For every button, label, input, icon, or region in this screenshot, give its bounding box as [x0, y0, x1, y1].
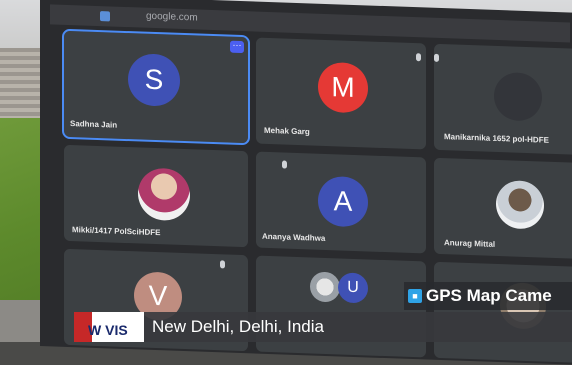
mic-off-icon — [416, 53, 421, 62]
gps-camera-icon: ■ — [408, 289, 422, 303]
participant-name: Sadhna Jain — [70, 119, 118, 130]
avatar — [494, 71, 542, 122]
avatar: M — [318, 61, 368, 114]
mic-off-icon — [220, 260, 225, 269]
participant-tile[interactable]: Manikarnika 1652 pol-HDFE — [434, 43, 572, 155]
participant-name: Anurag Mittal — [444, 238, 496, 249]
participant-tile[interactable]: ··· S Sadhna Jain — [62, 28, 250, 146]
participant-tile[interactable]: Mikki/1417 PolSciHDFE — [64, 144, 248, 248]
participant-tile[interactable]: A Ananya Wadhwa — [256, 151, 426, 254]
avatar: A — [318, 175, 368, 228]
avatar — [496, 179, 544, 230]
participant-name: Mikki/1417 PolSciHDFE — [72, 225, 161, 238]
more-options-icon[interactable]: ··· — [230, 40, 244, 54]
meeting-screen: google.com ··· S Sadhna Jain M Mehak Gar… — [40, 0, 572, 365]
avatar: U — [338, 272, 368, 304]
browser-url: google.com — [146, 10, 198, 24]
participant-name: Manikarnika 1652 pol-HDFE — [444, 132, 549, 145]
avatar — [310, 271, 340, 303]
avatar: S — [128, 53, 180, 107]
participant-name: Ananya Wadhwa — [262, 231, 326, 243]
participant-name: Mehak Garg — [264, 125, 310, 137]
mic-off-icon — [282, 160, 287, 169]
avatar — [138, 167, 190, 222]
logo: W VIS — [74, 312, 144, 342]
location-text: New Delhi, Delhi, India — [144, 312, 572, 342]
gps-app-name: GPS Map Came — [426, 286, 552, 305]
mic-off-icon — [434, 53, 439, 62]
gps-camera-badge: ■ GPS Map Came — [404, 282, 572, 310]
participant-tile[interactable]: Anurag Mittal — [434, 157, 572, 259]
participant-tile[interactable]: U — [256, 255, 426, 358]
participant-tile[interactable]: M Mehak Garg — [256, 37, 426, 150]
tab-icon[interactable] — [100, 11, 110, 22]
logo-text: W VIS — [88, 322, 128, 338]
